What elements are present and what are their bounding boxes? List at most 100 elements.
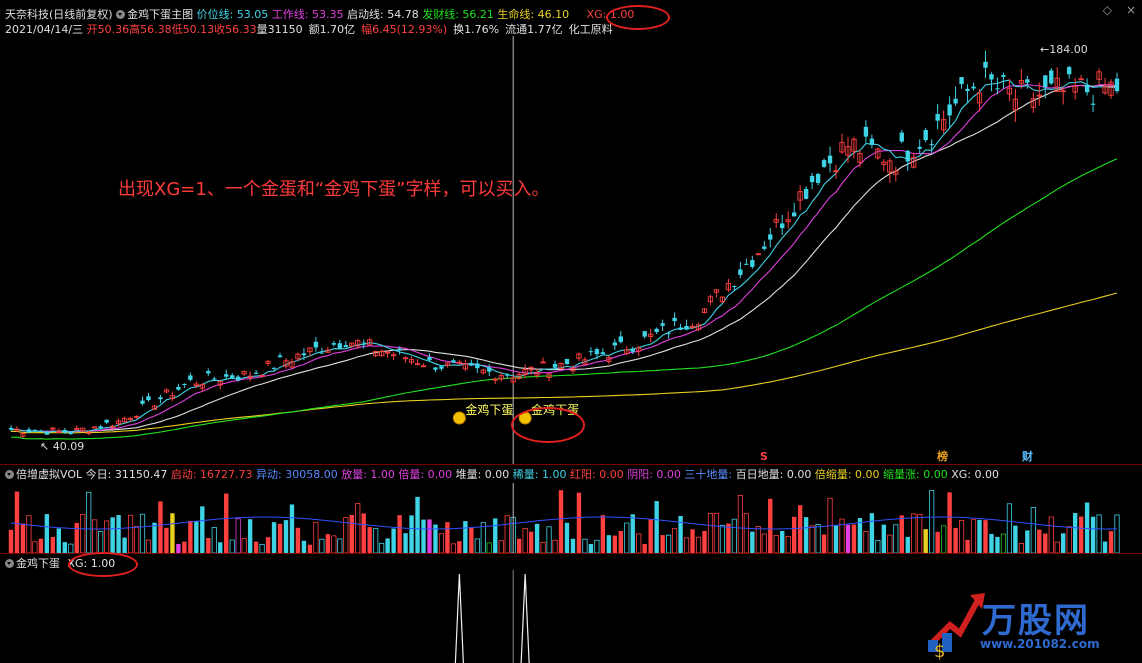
vol-panel-title[interactable]: 倍增虚拟VOL bbox=[16, 468, 82, 481]
candle[interactable] bbox=[253, 370, 259, 375]
candle[interactable] bbox=[343, 340, 348, 348]
candle[interactable] bbox=[1102, 77, 1108, 95]
candle[interactable] bbox=[1114, 72, 1120, 94]
candle[interactable] bbox=[887, 158, 893, 183]
candle[interactable] bbox=[408, 356, 415, 365]
candle[interactable] bbox=[768, 227, 773, 248]
candle[interactable] bbox=[50, 427, 56, 431]
candle[interactable] bbox=[217, 379, 223, 390]
candle[interactable] bbox=[869, 134, 875, 149]
collapse-icon[interactable]: × bbox=[1126, 3, 1136, 17]
candle[interactable] bbox=[1078, 74, 1084, 81]
candle[interactable] bbox=[140, 396, 145, 406]
candle[interactable] bbox=[785, 211, 791, 229]
candle[interactable] bbox=[881, 159, 887, 172]
candle[interactable] bbox=[719, 296, 726, 303]
candle[interactable] bbox=[241, 370, 247, 376]
candlestick-chart[interactable]: ←184.00↖ 40.09金鸡下蛋 金鸡下蛋S 榜财 bbox=[0, 36, 1142, 464]
candle[interactable] bbox=[905, 149, 910, 171]
candle[interactable] bbox=[158, 394, 163, 404]
candle[interactable] bbox=[750, 255, 755, 269]
candle[interactable] bbox=[469, 359, 474, 367]
candle[interactable] bbox=[707, 294, 714, 306]
candle[interactable] bbox=[851, 136, 857, 159]
candle[interactable] bbox=[331, 340, 337, 347]
candle[interactable] bbox=[212, 376, 217, 381]
candle[interactable] bbox=[20, 432, 26, 438]
candle[interactable] bbox=[678, 323, 683, 331]
candle[interactable] bbox=[1049, 68, 1054, 86]
candle[interactable] bbox=[109, 424, 116, 429]
candle[interactable] bbox=[833, 164, 839, 179]
candle[interactable] bbox=[259, 374, 265, 379]
candle[interactable] bbox=[402, 356, 409, 363]
stock-name[interactable]: 天奈科技 bbox=[5, 8, 49, 21]
candle[interactable] bbox=[277, 352, 283, 358]
candle[interactable] bbox=[762, 240, 767, 251]
diamond-icon[interactable]: ◇ bbox=[1103, 3, 1112, 17]
candle[interactable] bbox=[917, 139, 922, 154]
xg-indicator-dropdown-icon[interactable] bbox=[5, 559, 14, 568]
candle[interactable] bbox=[965, 84, 970, 103]
candle[interactable] bbox=[169, 391, 176, 402]
candle[interactable] bbox=[44, 430, 50, 435]
candle[interactable] bbox=[38, 429, 44, 432]
candle[interactable] bbox=[940, 110, 947, 134]
candle[interactable] bbox=[588, 347, 594, 356]
candle[interactable] bbox=[636, 346, 642, 357]
candle[interactable] bbox=[480, 368, 486, 375]
candle[interactable] bbox=[839, 133, 845, 154]
xg-panel-title[interactable]: 金鸡下蛋 bbox=[16, 557, 60, 570]
indicator-name[interactable]: 金鸡下蛋主图 bbox=[127, 8, 193, 21]
candle[interactable] bbox=[989, 72, 994, 92]
candle[interactable] bbox=[379, 349, 385, 357]
candle[interactable] bbox=[451, 358, 456, 363]
candle[interactable] bbox=[654, 327, 659, 335]
sector-label[interactable]: 化工原料 bbox=[569, 23, 613, 36]
candle[interactable] bbox=[427, 353, 432, 362]
candle[interactable] bbox=[367, 337, 373, 346]
candle[interactable] bbox=[600, 348, 606, 355]
candle[interactable] bbox=[821, 158, 827, 169]
event-tag[interactable]: S bbox=[760, 450, 768, 463]
candle[interactable] bbox=[492, 377, 498, 384]
candle[interactable] bbox=[863, 120, 869, 143]
candle[interactable] bbox=[713, 289, 720, 298]
candle[interactable] bbox=[1072, 77, 1078, 100]
chart-mode[interactable]: (日线前复权) bbox=[49, 8, 113, 21]
candle[interactable] bbox=[755, 253, 761, 256]
candle[interactable] bbox=[827, 146, 833, 173]
candle[interactable] bbox=[780, 214, 785, 235]
candle[interactable] bbox=[56, 428, 62, 434]
candle[interactable] bbox=[373, 350, 379, 358]
candle[interactable] bbox=[414, 359, 421, 366]
candle[interactable] bbox=[540, 357, 546, 364]
candle[interactable] bbox=[1084, 78, 1090, 96]
candle[interactable] bbox=[725, 278, 732, 293]
candle[interactable] bbox=[947, 96, 952, 128]
indicator-dropdown-icon[interactable] bbox=[116, 10, 126, 19]
candle[interactable] bbox=[929, 139, 934, 154]
candle[interactable] bbox=[558, 362, 564, 371]
candle[interactable] bbox=[1090, 94, 1096, 112]
candle[interactable] bbox=[815, 172, 821, 186]
candle[interactable] bbox=[325, 346, 331, 353]
candle[interactable] bbox=[163, 388, 170, 394]
candle[interactable] bbox=[26, 427, 32, 434]
candle[interactable] bbox=[660, 319, 665, 332]
candle[interactable] bbox=[953, 86, 958, 106]
candle[interactable] bbox=[475, 359, 480, 373]
candle[interactable] bbox=[624, 346, 630, 356]
candle[interactable] bbox=[188, 372, 193, 382]
candle[interactable] bbox=[983, 50, 988, 79]
candle[interactable] bbox=[701, 307, 708, 314]
candle[interactable] bbox=[672, 312, 677, 327]
candle[interactable] bbox=[74, 425, 80, 431]
event-tag[interactable]: 榜 bbox=[937, 449, 948, 463]
candle[interactable] bbox=[773, 213, 779, 228]
candle[interactable] bbox=[390, 351, 397, 361]
candle[interactable] bbox=[337, 339, 342, 350]
candle[interactable] bbox=[420, 363, 427, 368]
volume-chart[interactable] bbox=[0, 483, 1142, 553]
candle[interactable] bbox=[612, 339, 618, 350]
